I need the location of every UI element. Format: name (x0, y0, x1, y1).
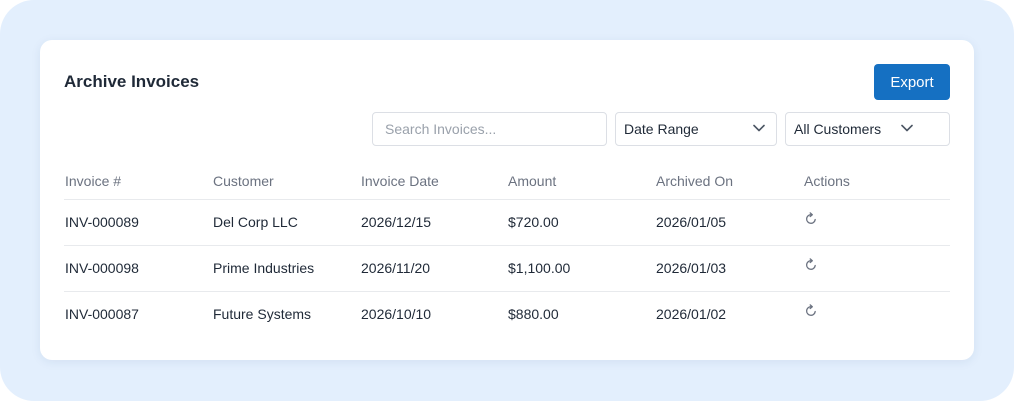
column-header-actions: Actions (804, 173, 850, 189)
column-header-invoice-date: Invoice Date (361, 173, 439, 189)
customer-name: Prime Industries (213, 260, 315, 276)
customer-name: Del Corp LLC (213, 214, 298, 230)
invoice-amount: $720.00 (508, 214, 559, 230)
column-header-amount: Amount (508, 173, 557, 189)
invoice-number: INV-000087 (65, 306, 139, 322)
invoice-date: 2026/10/10 (361, 306, 432, 322)
table-row: INV-000089 Del Corp LLC 2026/12/15 $720.… (64, 199, 950, 246)
restore-icon[interactable] (804, 212, 818, 226)
invoice-amount: $880.00 (508, 306, 559, 322)
invoice-date: 2026/11/20 (361, 260, 431, 276)
table-row: INV-000087 Future Systems 2026/10/10 $88… (64, 291, 950, 338)
page-title: Archive Invoices (64, 72, 200, 91)
customer-name: Future Systems (213, 306, 312, 322)
date-range-label: Date Range (624, 121, 699, 137)
chevron-down-icon (901, 124, 913, 132)
invoice-number: INV-000098 (65, 260, 139, 276)
restore-icon[interactable] (804, 258, 818, 272)
customer-select-label: All Customers (794, 121, 882, 137)
column-header-invoice: Invoice # (65, 173, 122, 189)
table-row: INV-000098 Prime Industries 2026/11/20 $… (64, 245, 950, 292)
invoice-amount: $1,100.00 (508, 260, 571, 276)
restore-icon[interactable] (804, 304, 818, 318)
export-button[interactable]: Export (874, 64, 950, 100)
customer-select[interactable]: All Customers (785, 112, 950, 146)
invoice-date: 2026/12/15 (361, 214, 432, 230)
archived-on-date: 2026/01/02 (656, 306, 727, 322)
date-range-select[interactable]: Date Range (615, 112, 777, 146)
archived-on-date: 2026/01/05 (656, 214, 727, 230)
invoice-number: INV-000089 (65, 214, 139, 230)
search-input[interactable] (372, 112, 607, 146)
column-header-customer: Customer (213, 173, 274, 189)
chevron-down-icon (753, 124, 765, 132)
column-header-archived-on: Archived On (656, 173, 734, 189)
archive-invoices-card: Archive Invoices Export Date Range All C… (40, 40, 974, 360)
archived-on-date: 2026/01/03 (656, 260, 727, 276)
